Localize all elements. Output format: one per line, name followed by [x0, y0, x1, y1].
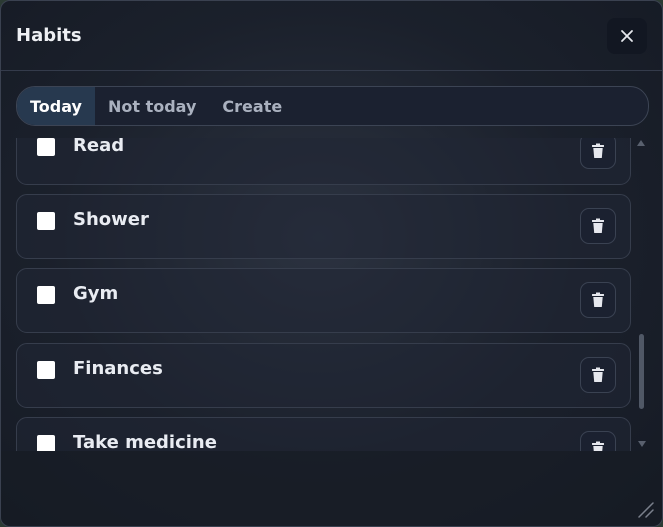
habit-checkbox[interactable]	[37, 212, 55, 230]
habit-label: Finances	[73, 358, 163, 379]
delete-button[interactable]	[580, 138, 616, 169]
window-header: Habits	[1, 1, 662, 71]
habit-label: Gym	[73, 283, 119, 304]
delete-button[interactable]	[580, 282, 616, 318]
delete-button[interactable]	[580, 431, 616, 451]
chevron-down-icon[interactable]	[638, 441, 646, 447]
trash-icon	[592, 441, 604, 451]
delete-button[interactable]	[580, 208, 616, 244]
habit-checkbox[interactable]	[37, 361, 55, 379]
tab-create[interactable]: Create	[209, 87, 295, 125]
trash-icon	[592, 367, 604, 382]
tab-bar: Today Not today Create	[16, 86, 649, 126]
habit-checkbox[interactable]	[37, 435, 55, 451]
habit-list: Read Shower Gym Finances Take medicine	[1, 138, 662, 451]
close-icon	[621, 30, 633, 42]
trash-icon	[592, 218, 604, 233]
chevron-up-icon[interactable]	[637, 140, 645, 146]
habit-checkbox[interactable]	[37, 286, 55, 304]
habit-label: Shower	[73, 209, 149, 230]
delete-button[interactable]	[580, 357, 616, 393]
trash-icon	[592, 143, 604, 158]
habit-checkbox[interactable]	[37, 138, 55, 156]
window-footer	[1, 451, 662, 526]
scrollbar-thumb[interactable]	[639, 334, 644, 409]
habit-item-take-medicine: Take medicine	[16, 417, 631, 451]
tab-not-today[interactable]: Not today	[95, 87, 209, 125]
close-button[interactable]	[607, 18, 647, 54]
trash-icon	[592, 292, 604, 307]
habit-label: Take medicine	[73, 432, 217, 451]
resize-grip-icon[interactable]	[633, 497, 655, 519]
tab-today[interactable]: Today	[17, 87, 95, 125]
habits-window: Habits Today Not today Create Read Showe…	[0, 0, 663, 527]
habit-item-gym: Gym	[16, 268, 631, 333]
habit-item-finances: Finances	[16, 343, 631, 408]
habit-label: Read	[73, 138, 125, 156]
habit-item-shower: Shower	[16, 194, 631, 259]
habit-item-read: Read	[16, 138, 631, 185]
window-title: Habits	[16, 25, 82, 46]
